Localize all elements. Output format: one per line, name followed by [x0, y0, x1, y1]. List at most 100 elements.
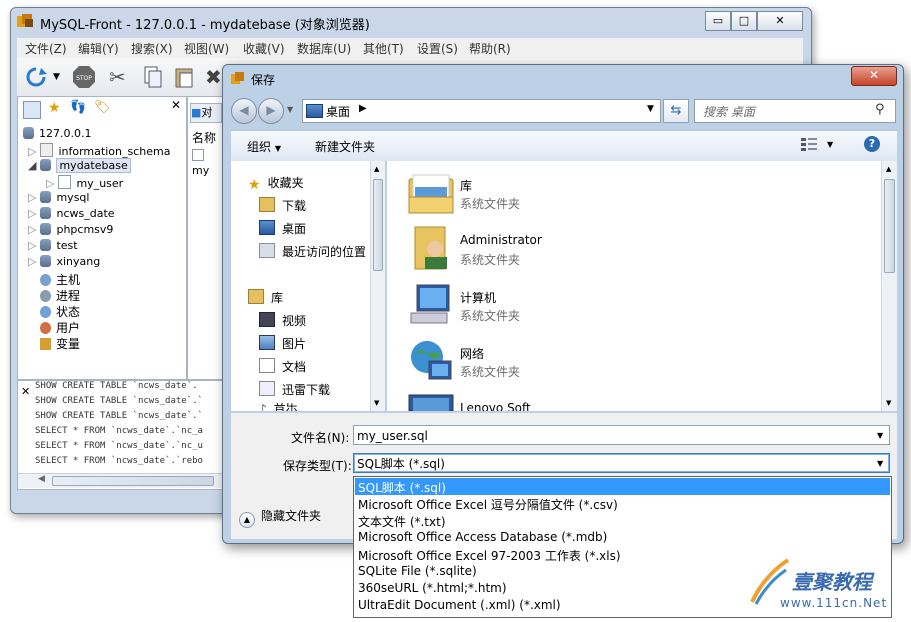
library-folder-icon[interactable]: [407, 169, 455, 217]
nav-documents[interactable]: 文档: [259, 358, 306, 375]
footprint-icon[interactable]: 👣: [70, 100, 86, 115]
scroll-left-icon[interactable]: ◀: [38, 474, 45, 484]
nav-videos[interactable]: 视频: [259, 312, 306, 329]
name-column-header[interactable]: 名称: [192, 129, 216, 146]
file-list-scrollbar[interactable]: ▲ ▼: [881, 161, 897, 411]
nav-recent[interactable]: 最近访问的位置: [259, 243, 366, 260]
nav-music[interactable]: ♪ 音乐: [259, 403, 298, 411]
lenovo-soft-icon[interactable]: [407, 393, 455, 411]
tree-item-information-schema[interactable]: ▷ information_schema: [28, 143, 170, 158]
hide-folders-button[interactable]: ▲ 隐藏文件夹: [239, 507, 321, 528]
menu-help[interactable]: 帮助(R): [469, 40, 511, 57]
tree-item-hosts[interactable]: 主机: [40, 271, 80, 288]
file-name[interactable]: 网络: [460, 345, 484, 362]
nav-library[interactable]: 库: [248, 289, 283, 306]
back-button[interactable]: ◀: [231, 98, 257, 124]
filetype-option[interactable]: Microsoft Office Excel 97-2003 工作表 (*.xl…: [358, 547, 621, 564]
nav-desktop[interactable]: 桌面: [259, 220, 306, 237]
filetype-option[interactable]: 文本文件 (*.txt): [358, 513, 446, 530]
view-dropdown-icon[interactable]: ▼: [827, 140, 833, 149]
file-name[interactable]: 计算机: [460, 289, 496, 306]
history-dropdown-icon[interactable]: ▼: [287, 105, 293, 114]
menu-favorites[interactable]: 收藏(V): [243, 40, 285, 57]
user-folder-icon[interactable]: [407, 225, 455, 273]
nav-scrollbar[interactable]: ▲ ▼: [370, 161, 385, 411]
expand-icon[interactable]: ▷: [28, 223, 36, 236]
scroll-down-icon[interactable]: ▼: [886, 399, 891, 407]
scrollbar-thumb[interactable]: [373, 179, 383, 271]
expand-icon[interactable]: ▷: [28, 255, 36, 268]
scroll-up-icon[interactable]: ▲: [886, 165, 891, 173]
scrollbar-thumb[interactable]: [884, 179, 895, 273]
filetype-option[interactable]: Microsoft Office Excel 逗号分隔值文件 (*.csv): [358, 496, 618, 513]
computer-icon[interactable]: [407, 281, 455, 329]
file-name[interactable]: Lenovo Soft: [460, 401, 531, 411]
refresh-dropdown-icon[interactable]: ▼: [53, 72, 60, 82]
expand-icon[interactable]: ▷: [46, 177, 54, 190]
filetype-select[interactable]: SQL脚本 (*.sql) ▼: [353, 453, 890, 473]
forward-button[interactable]: ▶: [258, 98, 284, 124]
expand-icon[interactable]: ▷: [28, 239, 36, 252]
filetype-option[interactable]: Microsoft Office Access Database (*.mdb): [358, 530, 607, 544]
organize-button[interactable]: 组织 ▼: [247, 138, 281, 155]
nav-xunlei[interactable]: 迅雷下载: [259, 381, 330, 398]
tree-view-icon[interactable]: [23, 101, 41, 119]
tree-item-mysql[interactable]: ▷ mysql: [28, 191, 89, 204]
tree-item-mydatebase[interactable]: ◢ mydatebase: [28, 158, 131, 173]
close-log-icon[interactable]: ✕: [21, 385, 30, 398]
cut-icon[interactable]: ✂: [109, 65, 131, 89]
address-dropdown-icon[interactable]: ▼: [647, 104, 654, 114]
dialog-close-button[interactable]: ✕: [851, 66, 897, 86]
menu-file[interactable]: 文件(Z): [25, 40, 67, 57]
tree-item-my-user[interactable]: ▷ my_user: [46, 175, 123, 190]
search-icon[interactable]: ⚲: [875, 102, 885, 117]
tree-item-processes[interactable]: 进程: [40, 287, 80, 304]
close-panel-icon[interactable]: ✕: [171, 98, 181, 112]
breadcrumb-arrow-icon[interactable]: ▶: [359, 103, 367, 114]
refresh-icon[interactable]: ⇆: [663, 99, 689, 123]
filename-field[interactable]: my_user.sql ▼: [353, 425, 890, 445]
file-name[interactable]: 库: [460, 177, 472, 194]
horizontal-scrollbar[interactable]: ◀: [18, 473, 222, 488]
expand-icon[interactable]: ▷: [28, 191, 36, 204]
expand-icon[interactable]: ▷: [28, 207, 36, 220]
tree-item-xinyang[interactable]: ▷ xinyang: [28, 255, 100, 268]
collapse-icon[interactable]: ◢: [28, 159, 36, 172]
scrollbar-thumb[interactable]: [52, 476, 214, 486]
tree-item-server[interactable]: 127.0.0.1: [23, 127, 91, 140]
nav-favorites[interactable]: ★ 收藏夹: [248, 174, 304, 193]
content-tab[interactable]: ■对: [190, 103, 222, 123]
tree-item-phpcmsv9[interactable]: ▷ phpcmsv9: [28, 223, 113, 236]
paste-icon[interactable]: [174, 65, 196, 89]
filename-dropdown-icon[interactable]: ▼: [877, 426, 883, 446]
filetype-option[interactable]: UltraEdit Document (.xml) (*.xml): [358, 598, 561, 612]
favorites-star-icon[interactable]: ★: [48, 100, 61, 116]
menu-edit[interactable]: 编辑(Y): [78, 40, 119, 57]
nav-pictures[interactable]: 图片: [259, 335, 306, 352]
tree-item-users[interactable]: 用户: [40, 319, 80, 336]
content-row[interactable]: my: [192, 149, 222, 177]
scroll-up-icon[interactable]: ▲: [374, 165, 379, 173]
tag-icon[interactable]: 🏷: [94, 100, 111, 115]
network-globe-icon[interactable]: [407, 337, 455, 385]
view-options-icon[interactable]: [801, 137, 817, 151]
tree-item-variables[interactable]: 变量: [40, 335, 80, 352]
stop-icon[interactable]: STOP: [72, 65, 96, 89]
maximize-button[interactable]: □: [731, 11, 757, 31]
minimize-button[interactable]: ▭: [705, 11, 731, 31]
menu-search[interactable]: 搜索(X): [131, 40, 173, 57]
filetype-dropdown-icon[interactable]: ▼: [877, 454, 883, 474]
filetype-option[interactable]: SQLite File (*.sqlite): [358, 564, 477, 578]
tree-item-test[interactable]: ▷ test: [28, 239, 78, 252]
file-name[interactable]: Administrator: [460, 233, 542, 247]
new-folder-button[interactable]: 新建文件夹: [315, 138, 375, 155]
scroll-down-icon[interactable]: ▼: [374, 399, 379, 407]
tree-item-ncws-date[interactable]: ▷ ncws_date: [28, 207, 115, 220]
address-bar[interactable]: 桌面 ▶ ▼: [302, 99, 661, 123]
menu-view[interactable]: 视图(W): [184, 40, 229, 57]
copy-icon[interactable]: [143, 65, 163, 89]
menu-settings[interactable]: 设置(S): [417, 40, 458, 57]
nav-downloads[interactable]: 下载: [259, 197, 306, 214]
refresh-icon[interactable]: [25, 66, 47, 88]
tree-item-status[interactable]: 状态: [40, 303, 80, 320]
